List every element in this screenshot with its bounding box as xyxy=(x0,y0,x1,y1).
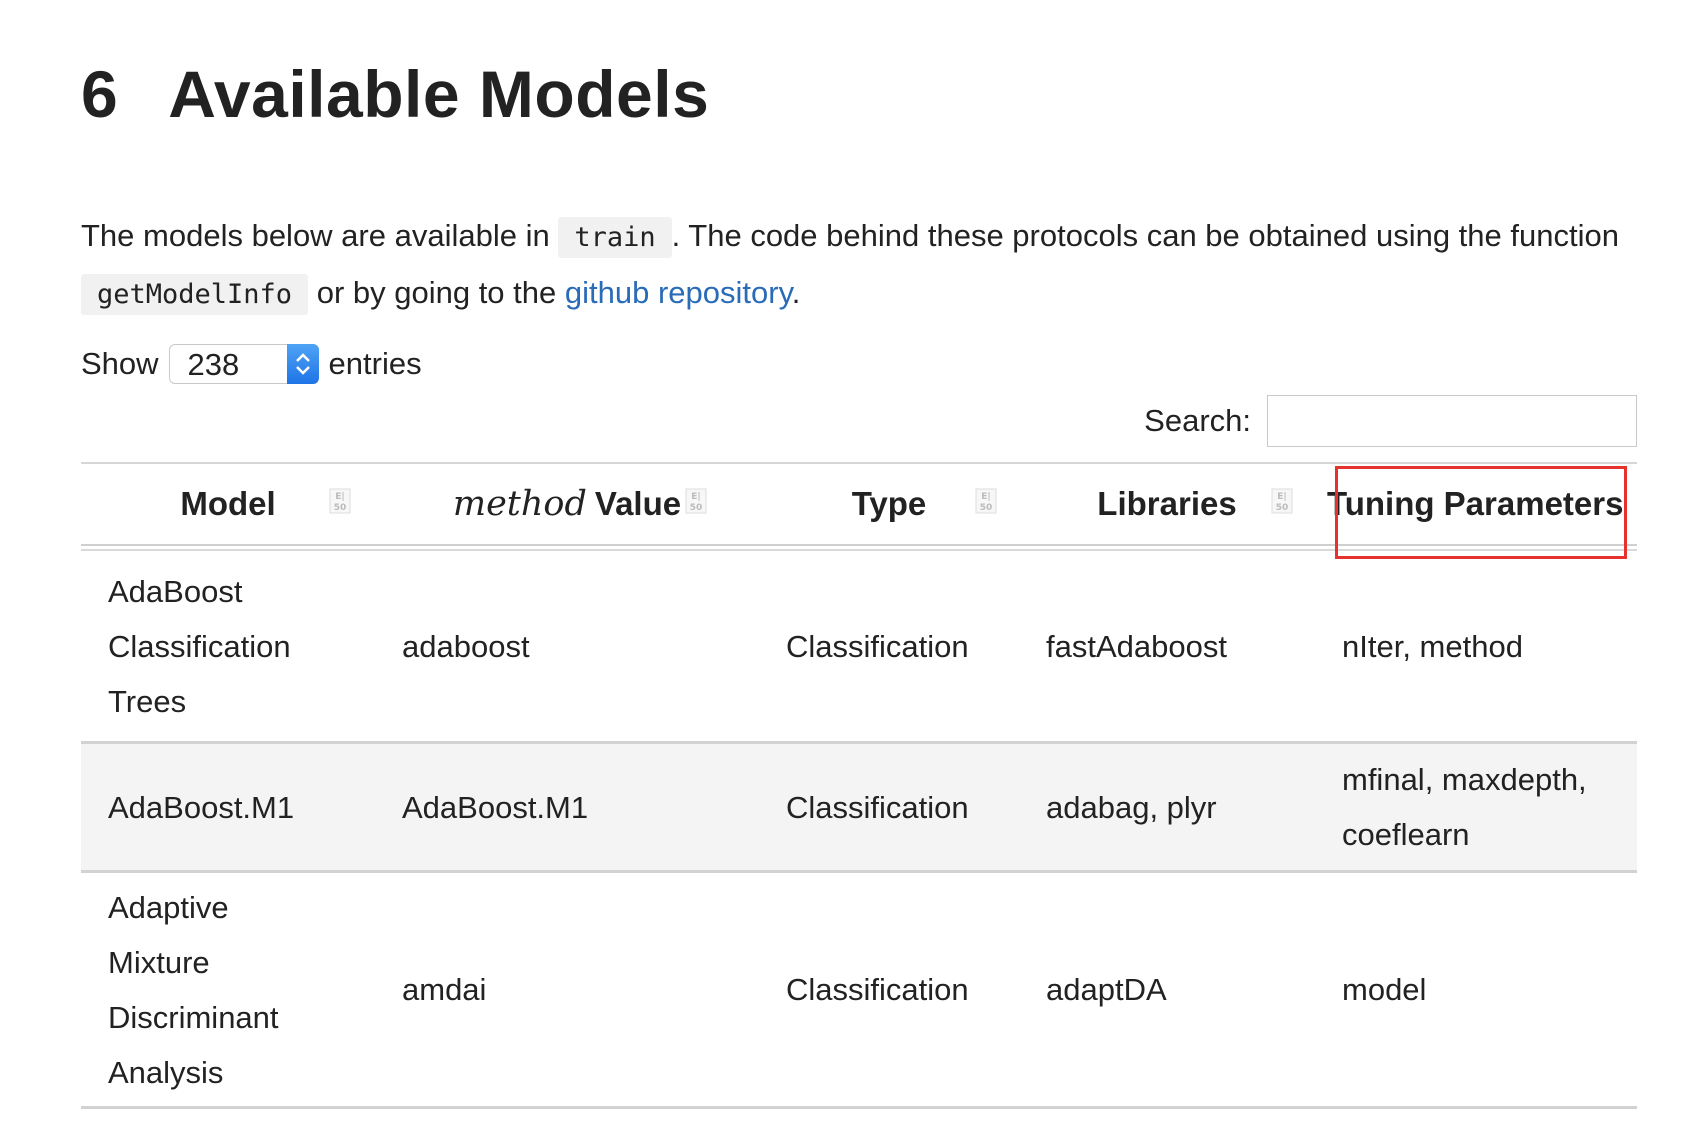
models-table: Model E| 50 method Value E| 50 Type E| 50 L… xyxy=(81,462,1637,1109)
header-model-label: Model xyxy=(180,485,276,522)
header-libraries-label: Libraries xyxy=(1097,485,1237,522)
cell-model: AdaBoost Classification Trees xyxy=(81,551,375,741)
cell-model-text: Adaptive Mixture Discriminant Analysis xyxy=(108,889,279,1090)
header-method-value[interactable]: method Value E| 50 xyxy=(375,464,759,544)
entries-select-value: 238 xyxy=(187,347,240,382)
select-arrows-icon[interactable] xyxy=(286,344,319,384)
cell-tuning: nIter, method xyxy=(1315,551,1637,741)
sort-icon[interactable]: E| 50 xyxy=(975,484,997,514)
intro-text-4: . xyxy=(791,275,801,310)
svg-text:E|: E| xyxy=(981,492,990,502)
cell-method-text: AdaBoost.M1 xyxy=(402,789,589,825)
cell-tuning-text: model xyxy=(1342,972,1427,1007)
header-model[interactable]: Model E| 50 xyxy=(81,464,375,544)
cell-tuning-text: nIter, method xyxy=(1342,628,1523,664)
github-repository-link[interactable]: github repository xyxy=(565,275,792,310)
sort-icon[interactable]: E| 50 xyxy=(329,484,351,514)
cell-type: Classification xyxy=(759,873,1019,1106)
sort-icon[interactable]: E| 50 xyxy=(685,484,707,514)
svg-text:50: 50 xyxy=(980,503,993,513)
cell-libraries-text: fastAdaboost xyxy=(1046,628,1227,664)
cell-method: AdaBoost.M1 xyxy=(375,744,759,870)
search-label: Search: xyxy=(1144,403,1251,438)
cell-method-text: adaboost xyxy=(402,628,530,664)
table-row: AdaBoost.M1 AdaBoost.M1 Classification a… xyxy=(81,744,1637,873)
cell-method-text: amdai xyxy=(402,972,487,1007)
code-train: train xyxy=(558,217,672,258)
entries-label: entries xyxy=(328,346,422,381)
cell-type: Classification xyxy=(759,551,1019,741)
header-method-italic: method xyxy=(452,484,587,524)
entries-length-control: Show 238 entries xyxy=(81,344,422,384)
cell-type: Classification xyxy=(759,744,1019,870)
svg-text:50: 50 xyxy=(690,503,703,513)
cell-libraries-text: adabag, plyr xyxy=(1046,789,1217,825)
entries-select[interactable]: 238 xyxy=(168,344,319,384)
header-method-rest: Value xyxy=(594,485,682,522)
header-type[interactable]: Type E| 50 xyxy=(759,464,1019,544)
sort-icon[interactable]: E| 50 xyxy=(1271,484,1293,514)
cell-tuning-text: mfinal, maxdepth, coeflearn xyxy=(1342,762,1587,852)
intro-text-2: . The code behind these protocols can be… xyxy=(671,218,1619,253)
svg-text:E|: E| xyxy=(691,492,700,502)
show-label: Show xyxy=(81,346,159,381)
header-libraries[interactable]: Libraries E| 50 xyxy=(1019,464,1315,544)
section-title: Available Models xyxy=(168,57,710,131)
cell-model: Adaptive Mixture Discriminant Analysis xyxy=(81,873,375,1106)
table-row: AdaBoost Classification Trees adaboost C… xyxy=(81,551,1637,744)
intro-text-3: or by going to the xyxy=(316,275,557,310)
cell-type-text: Classification xyxy=(786,789,969,825)
header-type-label: Type xyxy=(851,485,927,522)
code-getmodelinfo: getModelInfo xyxy=(81,274,309,315)
intro-paragraph: The models below are available in train.… xyxy=(81,208,1637,322)
cell-libraries: adaptDA xyxy=(1019,873,1315,1106)
cell-type-text: Classification xyxy=(786,972,969,1007)
search-input[interactable] xyxy=(1267,395,1637,447)
tuning-parameters-highlight-box xyxy=(1335,466,1627,559)
svg-text:E|: E| xyxy=(335,492,344,502)
intro-text-1: The models below are available in xyxy=(81,218,550,253)
cell-tuning: mfinal, maxdepth, coeflearn xyxy=(1315,744,1637,870)
cell-tuning: model xyxy=(1315,873,1637,1106)
cell-model-text: AdaBoost.M1 xyxy=(108,789,295,825)
svg-text:E|: E| xyxy=(1277,492,1286,502)
section-number: 6 xyxy=(81,57,119,131)
table-row: Adaptive Mixture Discriminant Analysis a… xyxy=(81,873,1637,1109)
cell-libraries: adabag, plyr xyxy=(1019,744,1315,870)
cell-method: adaboost xyxy=(375,551,759,741)
page-title: 6 Available Models xyxy=(81,56,709,132)
cell-model-text: AdaBoost Classification Trees xyxy=(108,573,291,719)
svg-text:50: 50 xyxy=(1276,503,1289,513)
cell-method: amdai xyxy=(375,873,759,1106)
cell-model: AdaBoost.M1 xyxy=(81,744,375,870)
cell-type-text: Classification xyxy=(786,628,969,664)
search-control: Search: xyxy=(1144,395,1637,447)
svg-text:50: 50 xyxy=(334,503,347,513)
cell-libraries-text: adaptDA xyxy=(1046,972,1167,1007)
cell-libraries: fastAdaboost xyxy=(1019,551,1315,741)
